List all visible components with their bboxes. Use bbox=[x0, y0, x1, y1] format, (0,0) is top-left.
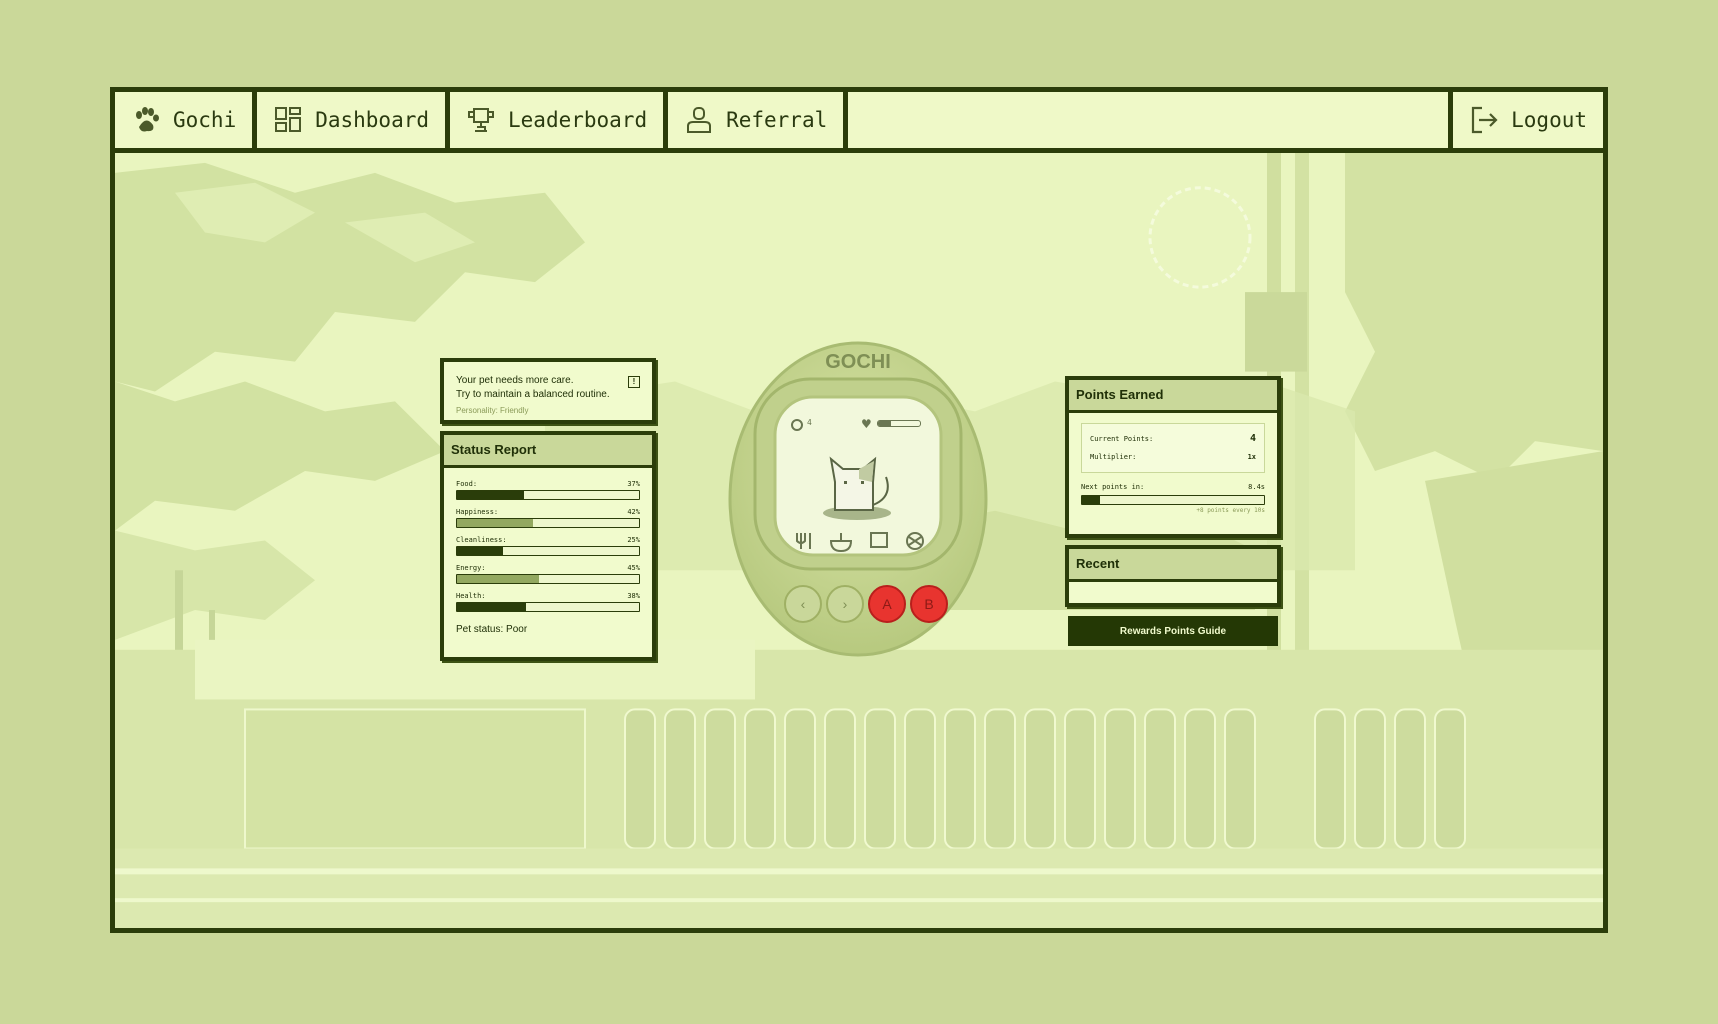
stat-value: 42% bbox=[627, 508, 640, 516]
logout-button[interactable]: Logout bbox=[1453, 92, 1603, 148]
multiplier-value: 1x bbox=[1247, 453, 1256, 461]
trophy-icon bbox=[468, 108, 495, 132]
stat-label: Health: bbox=[456, 592, 486, 600]
care-message-panel: Your pet needs more care. Try to maintai… bbox=[440, 358, 656, 424]
current-points-value: 4 bbox=[1249, 433, 1256, 444]
rewards-guide-button[interactable]: Rewards Points Guide bbox=[1068, 616, 1278, 646]
logout-label: Logout bbox=[1511, 108, 1587, 132]
stat-label: Food: bbox=[456, 480, 478, 488]
stat-health: Health: 38% bbox=[444, 592, 652, 612]
points-earned-panel: Points Earned Current Points: 4 Multiplie… bbox=[1065, 376, 1281, 538]
next-points-value: 8.4s bbox=[1248, 483, 1265, 491]
stat-bar bbox=[456, 518, 640, 528]
stat-bar bbox=[456, 490, 640, 500]
stat-cleanliness: Cleanliness: 25% bbox=[444, 536, 652, 556]
coin-count: 4 bbox=[807, 418, 812, 427]
stat-energy: Energy: 45% bbox=[444, 564, 652, 584]
health-meter bbox=[877, 420, 921, 427]
sleep-icon[interactable] bbox=[867, 527, 891, 553]
stat-bar-fill bbox=[457, 603, 527, 611]
stat-bar-fill bbox=[457, 547, 503, 555]
points-title: Points Earned bbox=[1069, 380, 1277, 413]
nav-label: Referral bbox=[726, 108, 828, 132]
logout-icon bbox=[1472, 106, 1498, 134]
left-arrow-button[interactable]: ‹ bbox=[785, 586, 821, 622]
personality-text: Personality: Friendly bbox=[456, 406, 529, 415]
next-points-label: Next points in: bbox=[1081, 483, 1145, 491]
pet-status-text: Pet status: Poor bbox=[456, 624, 528, 635]
nav-label: Leaderboard bbox=[508, 108, 648, 132]
heart-icon: ♥ bbox=[861, 417, 872, 431]
stat-value: 38% bbox=[627, 592, 640, 600]
stat-label: Cleanliness: bbox=[456, 536, 507, 544]
top-nav: Gochi Dashboard Leaderboard Referral Log… bbox=[115, 92, 1603, 153]
feed-icon[interactable] bbox=[793, 527, 815, 553]
right-arrow-button[interactable]: › bbox=[827, 586, 863, 622]
tamagotchi-device: GOCHI 4 ♥ ‹ › A B bbox=[723, 337, 993, 657]
device-brand: GOCHI bbox=[825, 351, 891, 373]
nav-label: Dashboard bbox=[315, 108, 430, 132]
bath-icon[interactable] bbox=[827, 527, 855, 553]
game-scene: Your pet needs more care. Try to maintai… bbox=[115, 153, 1603, 928]
stat-bar bbox=[456, 574, 640, 584]
stat-label: Happiness: bbox=[456, 508, 499, 516]
b-button[interactable]: B bbox=[911, 586, 947, 622]
message-line-1: Your pet needs more care. bbox=[456, 375, 574, 386]
points-summary: Current Points: 4 Multiplier: 1x bbox=[1081, 423, 1265, 473]
stat-bar-fill bbox=[457, 519, 534, 527]
next-points-progress bbox=[1081, 495, 1265, 505]
status-report-title: Status Report bbox=[444, 435, 652, 468]
cat-sprite bbox=[827, 455, 887, 515]
stat-value: 37% bbox=[627, 480, 640, 488]
nav-leaderboard[interactable]: Leaderboard bbox=[450, 92, 669, 148]
status-report-panel: Status Report Food: 37% Happiness: 42% Clean… bbox=[440, 431, 656, 661]
recent-title: Recent bbox=[1069, 549, 1277, 582]
stat-food: Food: 37% bbox=[444, 480, 652, 500]
stat-value: 25% bbox=[627, 536, 640, 544]
a-button[interactable]: A bbox=[869, 586, 905, 622]
stat-bar bbox=[456, 546, 640, 556]
message-line-2: Try to maintain a balanced routine. bbox=[456, 389, 610, 400]
stat-value: 45% bbox=[627, 564, 640, 572]
app-window: Gochi Dashboard Leaderboard Referral Log… bbox=[110, 87, 1608, 933]
alert-icon: ! bbox=[628, 376, 640, 388]
nav-spacer bbox=[848, 92, 1454, 148]
nav-dashboard[interactable]: Dashboard bbox=[257, 92, 451, 148]
stat-happiness: Happiness: 42% bbox=[444, 508, 652, 528]
nav-gochi[interactable]: Gochi bbox=[115, 92, 258, 148]
coin-icon bbox=[791, 419, 803, 431]
play-ball-icon[interactable] bbox=[903, 527, 929, 553]
nav-referral[interactable]: Referral bbox=[668, 92, 849, 148]
dashboard-icon bbox=[275, 107, 302, 132]
nav-label: Gochi bbox=[173, 108, 237, 132]
stat-bar bbox=[456, 602, 640, 612]
user-icon bbox=[687, 107, 712, 133]
stat-bar-fill bbox=[457, 575, 539, 583]
points-rate-note: +8 points every 10s bbox=[1196, 507, 1265, 514]
recent-panel: Recent bbox=[1065, 545, 1281, 607]
multiplier-label: Multiplier: bbox=[1090, 453, 1137, 461]
stat-label: Energy: bbox=[456, 564, 486, 572]
paw-icon bbox=[136, 107, 159, 132]
current-points-label: Current Points: bbox=[1090, 435, 1154, 443]
stat-bar-fill bbox=[457, 491, 525, 499]
